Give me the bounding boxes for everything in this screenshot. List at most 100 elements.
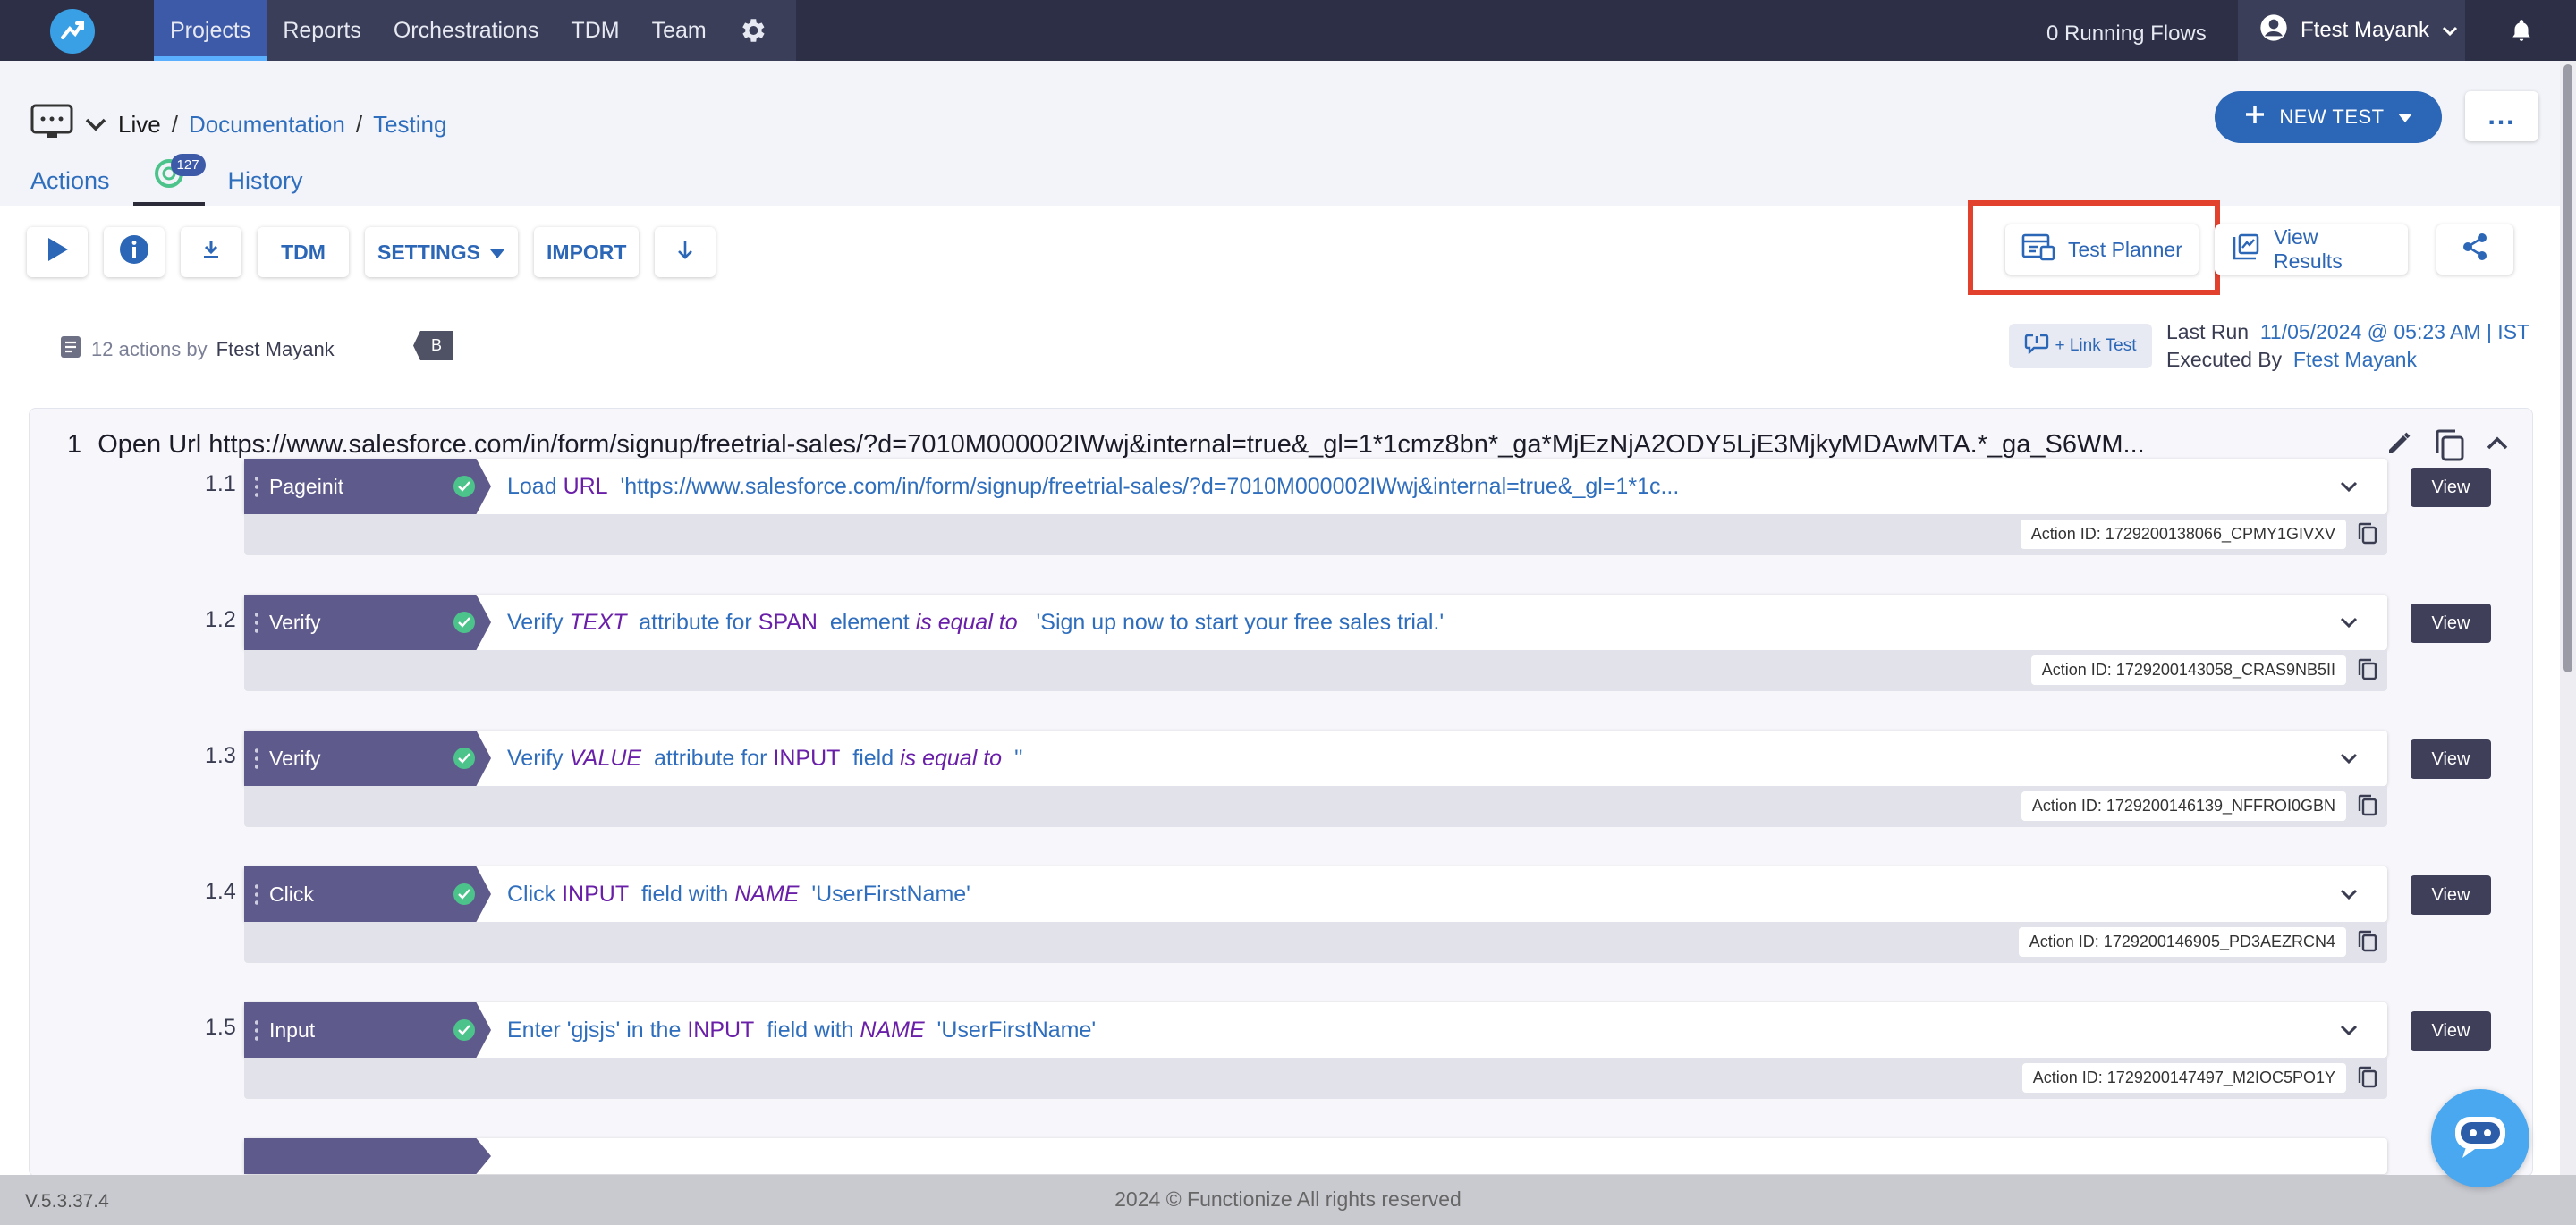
user-name: Ftest Mayank [2301,18,2430,42]
scrollbar-thumb[interactable] [2563,64,2572,672]
action-id: Action ID: 1729200138066_CPMY1GIVXV [2020,520,2346,549]
executed-by-value[interactable]: Ftest Mayank [2293,348,2417,371]
sort-down-button[interactable] [655,227,716,277]
action-type-tag[interactable]: Input [244,1002,491,1058]
tab-browser[interactable]: 127 [132,152,206,206]
action-text-part: element [817,609,916,635]
view-results-icon [2231,232,2261,267]
main-nav: Projects Reports Orchestrations TDM Team [154,0,796,61]
view-button[interactable]: View [2411,604,2491,643]
gear-icon[interactable] [723,0,782,61]
nav-projects[interactable]: Projects [154,0,267,61]
chevron-down-icon[interactable] [2337,747,2360,774]
new-test-button[interactable]: NEW TEST [2215,91,2442,143]
step-title[interactable]: 1 Open Url https://www.salesforce.com/in… [67,430,2375,460]
copy-icon[interactable] [2357,793,2378,823]
chevron-down-icon[interactable] [2337,883,2360,910]
action-text-part: INPUT [562,881,630,907]
nav-orchestrations[interactable]: Orchestrations [377,0,555,61]
chevron-down-icon[interactable] [84,111,107,139]
link-test-button[interactable]: + Link Test [2009,324,2152,368]
scrollbar[interactable] [2560,61,2576,1175]
link-test-label: + Link Test [2055,336,2137,355]
info-button[interactable] [104,227,165,277]
breadcrumb-env[interactable]: Live [118,111,161,139]
share-button[interactable] [2436,224,2513,275]
view-button[interactable]: View [2411,468,2491,507]
caret-down-icon [489,241,505,265]
breadcrumb-project[interactable]: Documentation [189,111,345,139]
action-text-part: INPUT [687,1017,755,1043]
action-type-tag[interactable]: Pageinit [244,459,491,514]
chevron-down-icon [2442,18,2458,43]
chevron-down-icon[interactable] [2337,1018,2360,1046]
action-card[interactable]: Input Enter 'gjsjs' in the INPUT field wi… [244,1002,2387,1058]
drag-handle-icon[interactable] [255,747,258,770]
action-description: Enter 'gjsjs' in the INPUT field with NA… [507,1002,1096,1058]
view-results-button[interactable]: View Results [2215,224,2408,275]
tdm-button[interactable]: TDM [258,227,349,277]
settings-button[interactable]: SETTINGS [365,227,519,277]
action-card[interactable]: Verify Verify TEXT attribute for SPAN ele… [244,595,2387,650]
page-header: Live / Documentation / Testing NEW TEST … [0,61,2576,206]
tab-history[interactable]: History [228,167,303,206]
action-footer: Action ID: 1729200146139_NFFROI0GBN [244,786,2387,827]
breadcrumb-page[interactable]: Testing [373,111,446,139]
breadcrumb-separator: / [171,111,178,138]
action-type-tag[interactable]: Verify [244,595,491,650]
action-text-part: field [840,745,901,771]
nav-tdm[interactable]: TDM [555,0,635,61]
action-text-part: Load [507,473,564,499]
download-button[interactable] [181,227,242,277]
action-card[interactable]: Click Click INPUT field with NAME 'UserFi… [244,866,2387,922]
view-button[interactable]: View [2411,739,2491,779]
drag-handle-icon[interactable] [255,1018,258,1042]
action-text-part: NAME [860,1017,925,1043]
action-footer: Action ID: 1729200147497_M2IOC5PO1Y [244,1058,2387,1099]
nav-reports[interactable]: Reports [267,0,377,61]
monitor-icon[interactable] [30,104,73,146]
action-row: 1.4 Click Click INPUT field with NAME 'Use… [30,866,2534,972]
action-text-part: Enter 'gjsjs' in the [507,1017,688,1043]
action-type-tag[interactable]: Verify [244,731,491,786]
share-icon [2460,232,2490,267]
copy-icon[interactable] [2357,657,2378,687]
action-number: 1.2 [205,607,236,632]
view-button[interactable]: View [2411,875,2491,915]
more-options-button[interactable]: ... [2465,91,2538,141]
action-card[interactable]: Pageinit Load URL 'https://www.salesforce… [244,459,2387,514]
last-run-value[interactable]: 11/05/2024 @ 05:23 AM | IST [2260,320,2529,343]
tab-actions[interactable]: Actions [30,167,110,206]
action-card[interactable]: Verify Verify VALUE attribute for INPUT f… [244,731,2387,786]
step-card: 1 Open Url https://www.salesforce.com/in… [29,408,2533,1177]
step-number: 1 [67,430,82,459]
action-card[interactable] [244,1138,2387,1174]
copy-icon[interactable] [2357,929,2378,959]
test-planner-button[interactable]: Test Planner [2005,224,2199,275]
action-type-tag[interactable]: Click [244,866,491,922]
view-button[interactable]: View [2411,1011,2491,1051]
copyright-text: 2024 © Functionize All rights reserved [1114,1187,1462,1211]
running-flows[interactable]: 0 Running Flows [2046,21,2207,46]
bell-icon[interactable] [2510,18,2533,47]
drag-handle-icon[interactable] [255,883,258,906]
import-button[interactable]: IMPORT [534,227,640,277]
copy-icon[interactable] [2357,521,2378,551]
logo-icon[interactable] [50,9,95,54]
action-type-label: Verify [269,746,321,770]
action-footer: Action ID: 1729200143058_CRAS9NB5II [244,650,2387,691]
action-type-tag[interactable] [244,1138,491,1174]
user-menu[interactable]: Ftest Mayank [2238,0,2465,61]
action-text-part: VALUE [569,745,642,771]
user-icon [2259,13,2288,48]
drag-handle-icon[interactable] [255,475,258,498]
nav-team[interactable]: Team [636,0,723,61]
drag-handle-icon[interactable] [255,611,258,634]
run-button[interactable] [27,227,88,277]
chevron-down-icon[interactable] [2337,475,2360,503]
settings-label: SETTINGS [377,240,481,264]
action-row: 1.3 Verify Verify VALUE attribute for INPU… [30,731,2534,836]
chat-button[interactable] [2431,1089,2529,1187]
chevron-down-icon[interactable] [2337,611,2360,638]
copy-icon[interactable] [2357,1065,2378,1094]
